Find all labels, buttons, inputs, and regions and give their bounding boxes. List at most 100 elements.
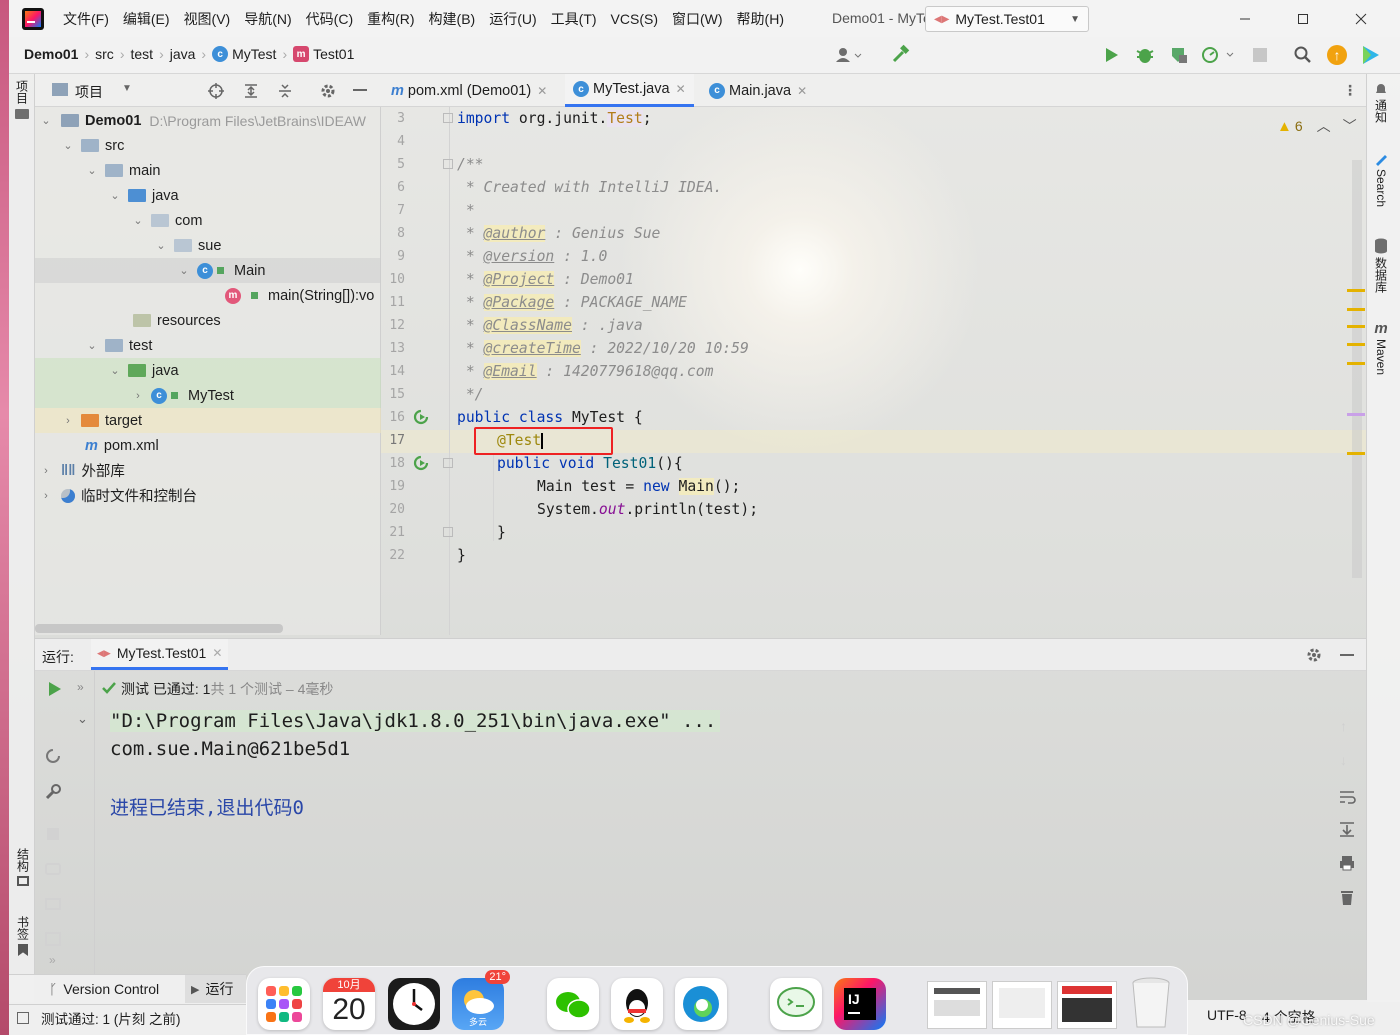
run-tool-button[interactable]: ▶ 运行: [185, 975, 246, 1003]
search-icon[interactable]: [1294, 46, 1312, 64]
close-icon[interactable]: ✕: [212, 646, 222, 660]
crumb-test01[interactable]: Test01: [313, 46, 354, 62]
horizontal-scrollbar[interactable]: [35, 624, 283, 633]
run-console[interactable]: "D:\Program Files\Java\jdk1.8.0_251\bin\…: [110, 708, 1330, 978]
bookmarks-tool-button[interactable]: 书签: [12, 916, 34, 966]
intellij-logo-icon[interactable]: [22, 8, 44, 30]
tree-node-libraries[interactable]: › ǁǁ 外部库: [35, 458, 381, 483]
menu-view[interactable]: 视图(V): [184, 9, 231, 29]
weather-icon[interactable]: 多云 21°: [452, 970, 510, 1030]
database-tool-button[interactable]: 数据库: [1370, 238, 1392, 293]
coverage-icon[interactable]: [1168, 45, 1188, 65]
tree-node-target[interactable]: › target: [35, 408, 381, 433]
minimize-button[interactable]: [1217, 0, 1273, 37]
menu-help[interactable]: 帮助(H): [737, 9, 784, 29]
export-icon[interactable]: [45, 898, 61, 910]
print-icon[interactable]: [1338, 854, 1356, 872]
trash-bin-icon[interactable]: [1129, 975, 1173, 1031]
build-hammer-icon[interactable]: [889, 44, 911, 66]
close-icon[interactable]: ✕: [537, 84, 547, 98]
tree-node-main-method[interactable]: m main(String[]):vo: [35, 283, 381, 308]
fold-icon[interactable]: [443, 458, 453, 468]
fold-icon[interactable]: [443, 527, 453, 537]
tree-node-resources[interactable]: resources: [35, 308, 381, 333]
menu-vcs[interactable]: VCS(S): [611, 11, 658, 27]
soft-wrap-icon[interactable]: [1338, 788, 1356, 806]
clock-icon[interactable]: [388, 978, 440, 1030]
maven-tool-button[interactable]: m Maven: [1370, 320, 1392, 375]
launcher-icon[interactable]: [258, 978, 310, 1030]
rerun-failed-icon[interactable]: [44, 747, 62, 765]
chevron-down-icon[interactable]: ﹀: [1343, 116, 1357, 136]
intellij-dock-icon[interactable]: IJ: [834, 978, 886, 1030]
crumb-mytest[interactable]: MyTest: [232, 46, 276, 62]
close-button[interactable]: [1333, 0, 1389, 37]
menu-code[interactable]: 代码(C): [306, 9, 353, 29]
run-icon[interactable]: [1102, 46, 1120, 64]
collapse-all-icon[interactable]: [276, 82, 294, 100]
tree-node-com[interactable]: ⌄ com: [35, 208, 381, 233]
tree-node-src[interactable]: ⌄ src: [35, 133, 381, 158]
chevron-down-icon[interactable]: ⌄: [77, 711, 88, 727]
hide-panel-icon[interactable]: [353, 89, 367, 91]
menu-window[interactable]: 窗口(W): [672, 9, 723, 29]
debug-bug-icon[interactable]: [1135, 45, 1155, 65]
window-thumbnail[interactable]: [992, 981, 1052, 1029]
jetbrains-toolbox-icon[interactable]: [1360, 44, 1382, 66]
stop-icon[interactable]: [1253, 48, 1267, 62]
crumb-project[interactable]: Demo01: [24, 46, 78, 62]
fold-icon[interactable]: [443, 113, 453, 123]
more-icon[interactable]: »: [49, 953, 56, 967]
locate-icon[interactable]: [207, 82, 225, 100]
fold-icon[interactable]: [443, 159, 453, 169]
crumb-src[interactable]: src: [95, 46, 114, 62]
maximize-button[interactable]: [1275, 0, 1331, 37]
menu-build[interactable]: 构建(B): [429, 9, 476, 29]
camera-icon[interactable]: [45, 863, 61, 875]
tree-node-main-class[interactable]: ⌄ c Main: [35, 258, 381, 283]
tree-node-root[interactable]: ⌄ Demo01 D:\Program Files\JetBrains\IDEA…: [35, 108, 381, 133]
layout-icon[interactable]: [45, 932, 61, 946]
stop-icon[interactable]: [47, 828, 59, 840]
tree-node-main[interactable]: ⌄ main: [35, 158, 381, 183]
tree-node-pom[interactable]: m pom.xml: [35, 433, 381, 458]
tab-mytest-java[interactable]: c MyTest.java ✕: [565, 74, 694, 107]
tab-pom-xml[interactable]: m pom.xml (Demo01) ✕: [383, 74, 555, 107]
messages-icon[interactable]: [770, 978, 822, 1030]
menu-navigate[interactable]: 导航(N): [244, 9, 291, 29]
gear-icon[interactable]: [319, 82, 337, 100]
tree-node-main-java[interactable]: ⌄ java: [35, 183, 381, 208]
chevron-up-icon[interactable]: ︿: [1317, 116, 1331, 136]
search-tool-button[interactable]: Search: [1370, 152, 1392, 207]
crumb-test[interactable]: test: [130, 46, 153, 62]
file-encoding[interactable]: UTF-8: [1207, 1007, 1247, 1023]
chevron-down-icon[interactable]: ▼: [122, 83, 132, 94]
more-tabs-icon[interactable]: ⋮: [1343, 82, 1357, 99]
window-thumbnail[interactable]: [927, 981, 987, 1029]
menu-file[interactable]: 文件(F): [63, 9, 109, 29]
qq-icon[interactable]: [611, 978, 663, 1030]
profiler-icon[interactable]: [1200, 45, 1236, 65]
scroll-to-end-icon[interactable]: [1338, 820, 1356, 838]
run-configuration-select[interactable]: ◀▶ MyTest.Test01 ▼: [925, 6, 1089, 32]
gear-icon[interactable]: [1305, 646, 1323, 664]
crumb-java[interactable]: java: [170, 46, 196, 62]
menu-tools[interactable]: 工具(T): [551, 9, 597, 29]
arrow-down-icon[interactable]: ↓: [1340, 752, 1347, 768]
window-thumbnail[interactable]: [1057, 981, 1117, 1029]
user-icon[interactable]: [834, 46, 864, 64]
version-control-button[interactable]: ᚴ Version Control: [49, 981, 159, 997]
tree-node-sue[interactable]: ⌄ sue: [35, 233, 381, 258]
run-test-method-icon[interactable]: [413, 455, 429, 471]
expand-all-icon[interactable]: [242, 82, 260, 100]
menu-refactor[interactable]: 重构(R): [367, 9, 414, 29]
wrench-icon[interactable]: [44, 783, 62, 801]
code-editor[interactable]: import org.junit.Test; /** * Created wit…: [457, 107, 1352, 635]
tab-main-java[interactable]: c Main.java ✕: [701, 74, 815, 107]
tree-node-test-java[interactable]: ⌄ java: [35, 358, 381, 383]
wechat-icon[interactable]: [547, 978, 599, 1030]
notifications-tool-button[interactable]: 通知: [1370, 82, 1392, 123]
project-view-select[interactable]: 项目: [75, 82, 103, 102]
tree-node-mytest[interactable]: › c MyTest: [35, 383, 381, 408]
calendar-icon[interactable]: 10月 20: [323, 978, 375, 1030]
